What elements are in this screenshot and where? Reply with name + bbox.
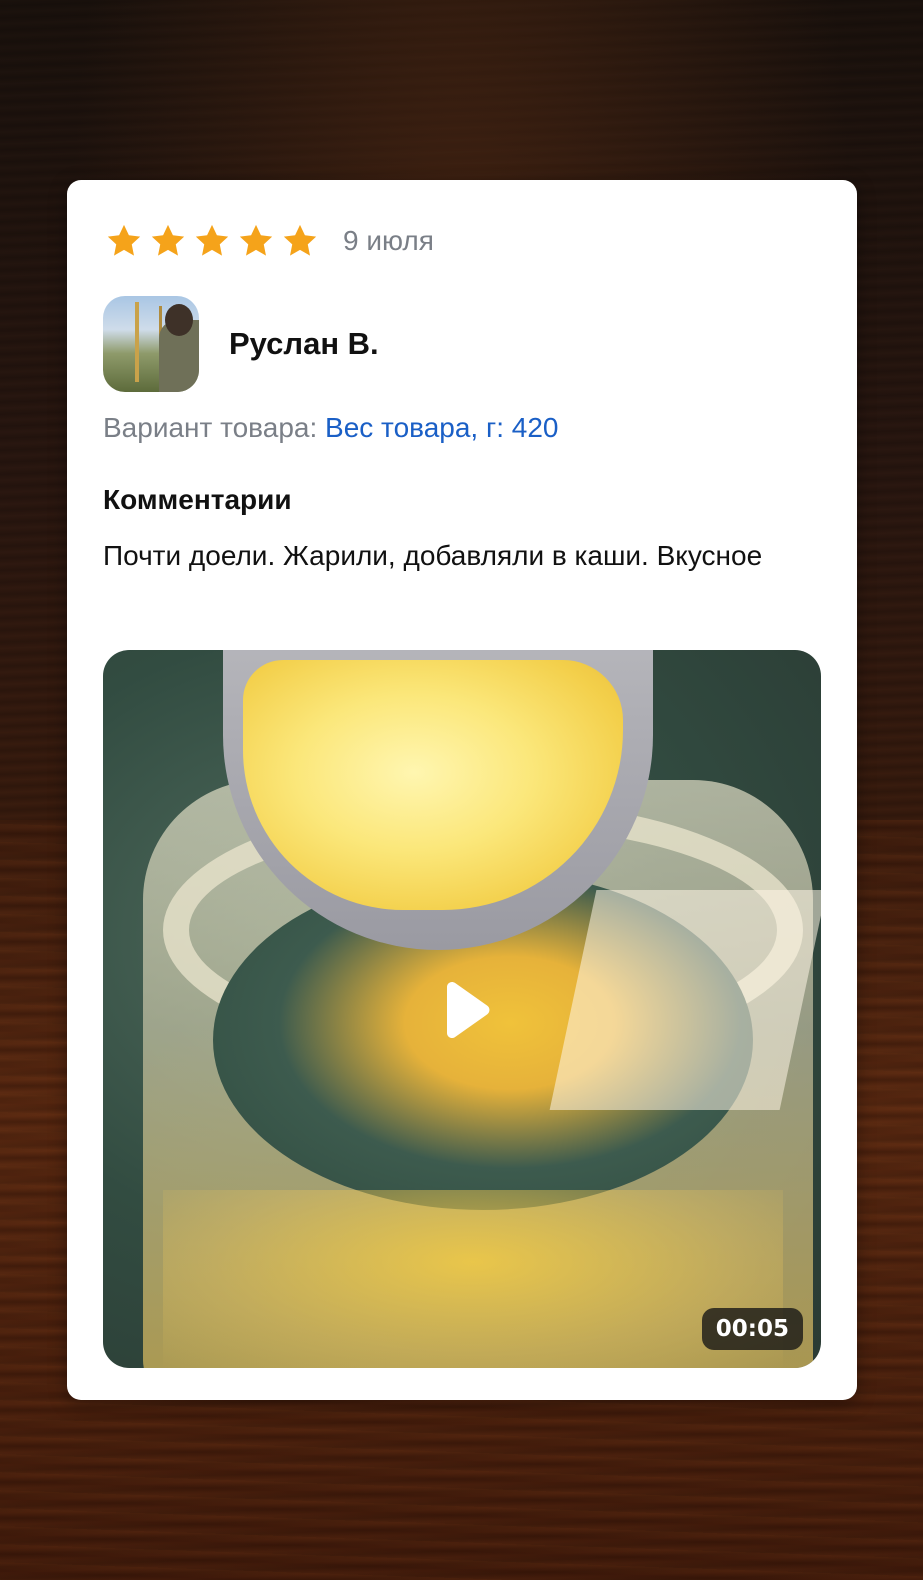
rating-row: 9 июля (105, 222, 434, 260)
variant-value-link[interactable]: Вес товара, г: 420 (325, 412, 558, 443)
play-icon[interactable] (437, 980, 493, 1040)
variant-label: Вариант товара: (103, 412, 318, 443)
star-icon (149, 222, 187, 260)
star-icon (193, 222, 231, 260)
author-row[interactable]: Руслан В. (103, 296, 379, 392)
star-icon (281, 222, 319, 260)
review-card: 9 июля Руслан В. Вариант товара: Вес тов… (67, 180, 857, 1400)
star-icon (105, 222, 143, 260)
review-date: 9 июля (343, 225, 434, 256)
author-name: Руслан В. (229, 326, 379, 361)
product-variant: Вариант товара: Вес товара, г: 420 (103, 412, 558, 444)
review-video[interactable]: 00:05 (103, 650, 821, 1368)
video-duration: 00:05 (701, 1308, 803, 1350)
star-icon (237, 222, 275, 260)
comment-text: Почти доели. Жарили, добавляли в каши. В… (103, 540, 763, 571)
comments-heading: Комментарии (103, 484, 292, 515)
avatar[interactable] (103, 296, 199, 392)
